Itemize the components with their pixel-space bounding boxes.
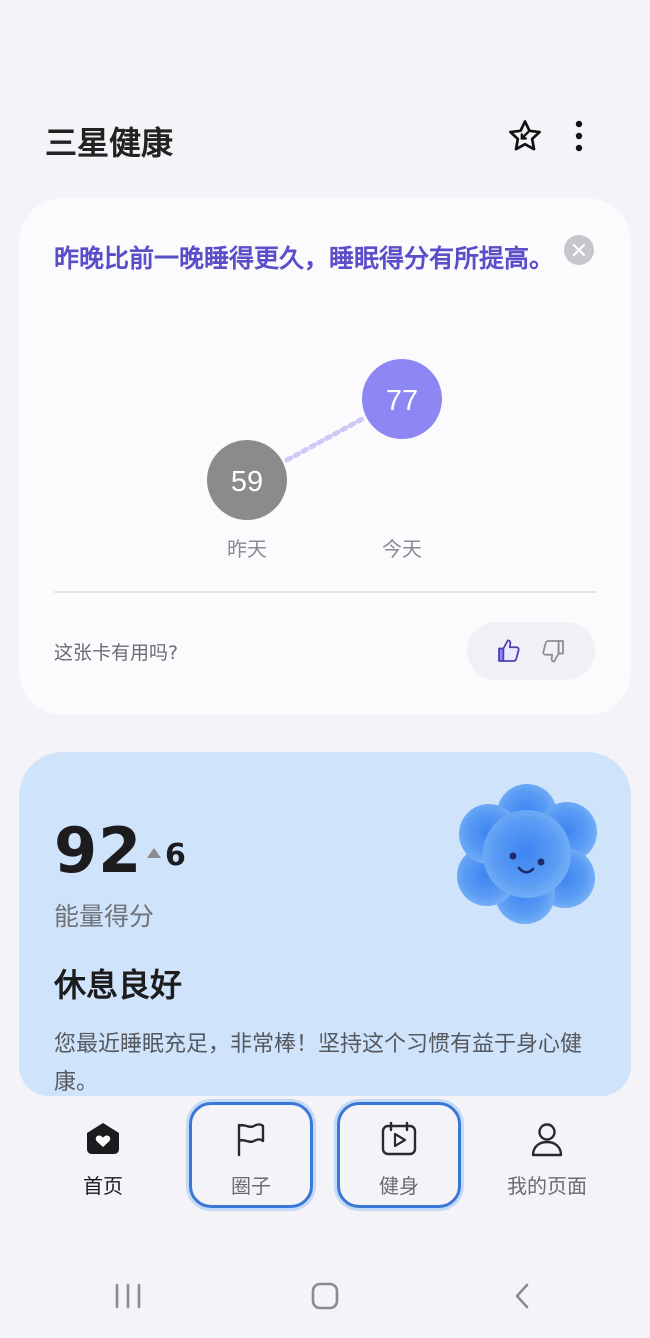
feedback-question: 这张卡有用吗?	[54, 642, 179, 664]
smiling-cloud-mascot-icon	[457, 784, 597, 924]
nav-label-fitness: 健身	[379, 1174, 419, 1198]
thumbs-up-icon[interactable]	[492, 634, 526, 668]
fitness-calendar-icon	[378, 1118, 420, 1160]
energy-score-card[interactable]: 92 6 能量得分 休息良好 您最近睡眠充足，非常棒！坚持这个习惯有益于身心健康…	[19, 752, 631, 1096]
home-heart-icon	[82, 1118, 124, 1160]
energy-status-title: 休息良好	[54, 966, 183, 1004]
favorite-star-icon[interactable]	[503, 114, 547, 158]
sleep-score-comparison: 59 昨天 77 今天	[207, 359, 442, 561]
flag-icon	[230, 1118, 272, 1160]
thumbs-down-icon[interactable]	[536, 634, 570, 668]
more-options-icon[interactable]	[557, 114, 601, 158]
energy-score-label: 能量得分	[54, 902, 155, 931]
system-navigation-bar	[0, 1258, 650, 1338]
energy-score-delta: 6	[165, 838, 186, 873]
nav-item-community[interactable]: 圈子	[189, 1102, 313, 1208]
increase-arrow-icon	[147, 848, 161, 858]
bottom-navigation: 首页 圈子 健身 我的页面	[0, 1098, 650, 1213]
nav-label-my-page: 我的页面	[507, 1174, 587, 1198]
card-divider	[54, 591, 596, 593]
sleep-insight-card: 昨晚比前一晚睡得更久，睡眠得分有所提高。 59 昨天 77 今天 这张卡有用吗?	[19, 198, 631, 715]
energy-score-value: 92	[54, 814, 143, 887]
recent-apps-icon[interactable]	[103, 1276, 153, 1316]
comparison-connector	[284, 415, 367, 463]
today-label: 今天	[382, 537, 422, 561]
yesterday-label: 昨天	[227, 537, 267, 561]
nav-item-fitness[interactable]: 健身	[337, 1102, 461, 1208]
back-button-icon[interactable]	[497, 1276, 547, 1316]
energy-status-description: 您最近睡眠充足，非常棒！坚持这个习惯有益于身心健康。	[54, 1032, 583, 1095]
home-button-icon[interactable]	[300, 1276, 350, 1316]
nav-label-community: 圈子	[231, 1174, 271, 1198]
nav-item-home[interactable]: 首页	[41, 1102, 165, 1208]
yesterday-score: 59	[231, 466, 263, 498]
app-title: 三星健康	[45, 124, 174, 162]
nav-label-home: 首页	[83, 1174, 123, 1198]
nav-item-my-page[interactable]: 我的页面	[485, 1102, 609, 1208]
person-icon	[526, 1118, 568, 1160]
today-score: 77	[386, 385, 418, 417]
feedback-buttons	[467, 622, 595, 680]
app-header: 三星健康	[0, 100, 650, 180]
